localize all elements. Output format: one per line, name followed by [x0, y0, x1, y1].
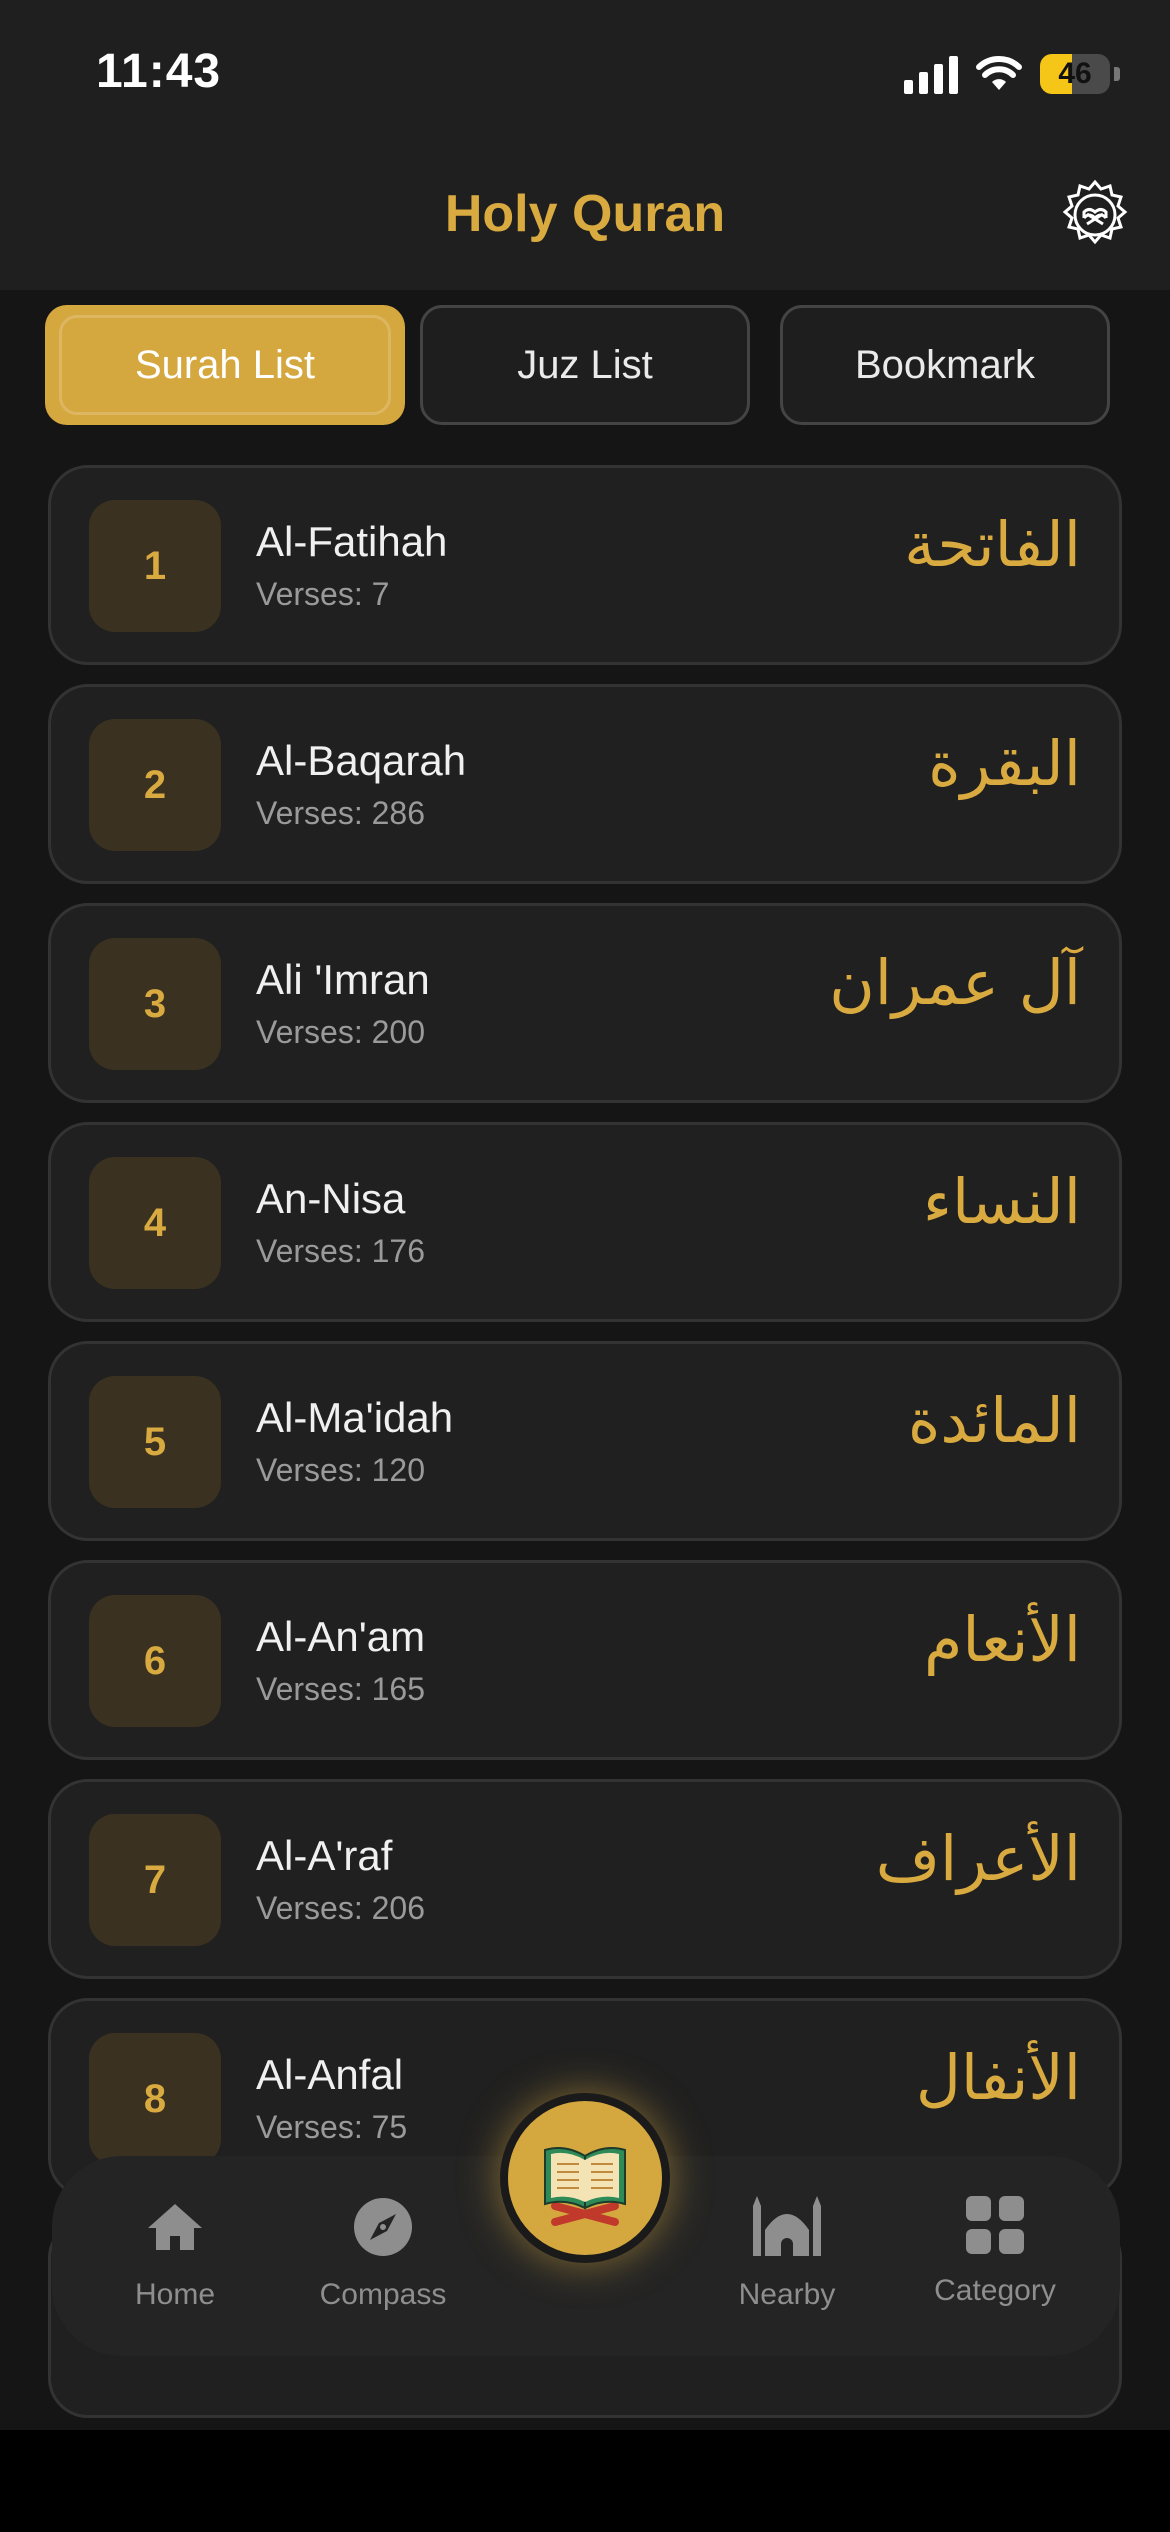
gear-quran-icon — [1062, 179, 1128, 245]
surah-card[interactable]: 7 Al-A'raf Verses: 206 الأعراف — [48, 1779, 1122, 1979]
surah-number: 4 — [89, 1157, 221, 1289]
surah-card[interactable]: 1 Al-Fatihah Verses: 7 الفاتحة — [48, 465, 1122, 665]
tab-bookmark[interactable]: Bookmark — [780, 305, 1110, 425]
top-bar: 11:43 46 Holy Quran — [0, 0, 1170, 290]
surah-card[interactable]: 2 Al-Baqarah Verses: 286 البقرة — [48, 684, 1122, 884]
tab-juz-list[interactable]: Juz List — [420, 305, 750, 425]
surah-arabic-name: الأنفال — [915, 2041, 1081, 2114]
surah-card[interactable]: 3 Ali 'Imran Verses: 200 آل عمران — [48, 903, 1122, 1103]
grid-icon — [966, 2196, 1024, 2254]
settings-button[interactable] — [1058, 178, 1132, 252]
surah-arabic-name: الأعراف — [875, 1822, 1081, 1895]
surah-verses: Verses: 75 — [256, 2109, 408, 2145]
app-screen: 11:43 46 Holy Quran Surah List Juz List … — [0, 0, 1170, 2430]
surah-name: An-Nisa — [256, 1175, 406, 1222]
quran-book-icon — [544, 2147, 626, 2226]
surah-number: 7 — [89, 1814, 221, 1946]
battery-icon: 46 — [1040, 54, 1110, 94]
battery-percent: 46 — [1058, 57, 1092, 90]
surah-arabic-name: الفاتحة — [904, 508, 1081, 581]
status-time: 11:43 — [96, 45, 222, 98]
surah-verses: Verses: 7 — [256, 576, 390, 612]
surah-arabic-name: آل عمران — [829, 946, 1081, 1019]
surah-name: Al-A'raf — [256, 1832, 393, 1879]
nav-nearby-label: Nearby — [738, 2278, 836, 2311]
surah-name: Al-Ma'idah — [256, 1394, 454, 1441]
wifi-icon — [976, 56, 1022, 90]
surah-name: Al-Fatihah — [256, 518, 448, 565]
surah-card[interactable]: 5 Al-Ma'idah Verses: 120 المائدة — [48, 1341, 1122, 1541]
nav-category[interactable]: Category — [900, 2196, 1090, 2308]
surah-number: 6 — [89, 1595, 221, 1727]
nav-home[interactable]: Home — [80, 2196, 270, 2312]
cellular-signal-icon — [904, 54, 958, 94]
home-icon — [148, 2204, 202, 2250]
battery-tip — [1114, 67, 1120, 81]
surah-verses: Verses: 165 — [256, 1671, 425, 1707]
surah-number: 5 — [89, 1376, 221, 1508]
page-title: Holy Quran — [444, 185, 726, 243]
surah-number: 2 — [89, 719, 221, 851]
surah-card[interactable]: 6 Al-An'am Verses: 165 الأنعام — [48, 1560, 1122, 1760]
surah-card[interactable]: 4 An-Nisa Verses: 176 النساء — [48, 1122, 1122, 1322]
surah-name: Al-An'am — [256, 1613, 426, 1660]
compass-icon — [354, 2198, 412, 2256]
status-icons: 46 — [904, 50, 1120, 98]
nav-compass-label: Compass — [319, 2278, 447, 2311]
surah-verses: Verses: 206 — [256, 1890, 425, 1926]
surah-name: Al-Anfal — [256, 2051, 404, 2098]
surah-name: Ali 'Imran — [256, 956, 430, 1003]
surah-number: 1 — [89, 500, 221, 632]
surah-verses: Verses: 120 — [256, 1452, 425, 1488]
surah-verses: Verses: 176 — [256, 1233, 425, 1269]
surah-arabic-name: الأنعام — [923, 1603, 1081, 1676]
surah-number: 8 — [89, 2033, 221, 2165]
nav-compass[interactable]: Compass — [288, 2196, 478, 2312]
tab-bar: Surah List Juz List Bookmark — [45, 305, 1125, 425]
nav-category-label: Category — [934, 2274, 1056, 2307]
nav-home-label: Home — [134, 2278, 216, 2311]
surah-arabic-name: النساء — [922, 1165, 1081, 1238]
surah-arabic-name: البقرة — [928, 727, 1081, 800]
surah-verses: Verses: 286 — [256, 795, 425, 831]
surah-arabic-name: المائدة — [907, 1384, 1081, 1457]
nav-nearby[interactable]: Nearby — [692, 2196, 882, 2312]
surah-verses: Verses: 200 — [256, 1014, 425, 1050]
quran-center-button[interactable] — [500, 2093, 670, 2263]
surah-name: Al-Baqarah — [256, 737, 467, 784]
surah-number: 3 — [89, 938, 221, 1070]
mosque-icon — [753, 2196, 821, 2256]
tab-surah-list[interactable]: Surah List — [45, 305, 405, 425]
